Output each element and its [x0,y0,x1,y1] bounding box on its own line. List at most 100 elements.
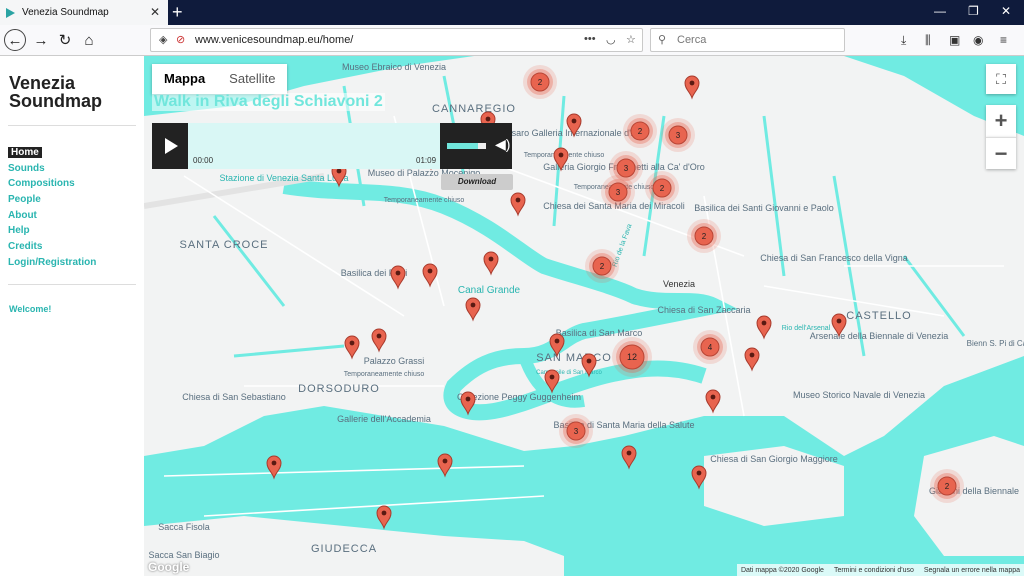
nav-bar: ← → ↻ ⌂ ◈ ⊘ www.venicesoundmap.eu/home/ … [0,25,1024,56]
fullscreen-icon[interactable]: ⛶ [986,64,1016,94]
cluster-count: 4 [708,343,713,352]
shield-icon[interactable]: ◈ [159,33,167,46]
place-label: Sacca Fisola [158,522,210,532]
volume-control[interactable]: ◀) [440,123,512,169]
place-label: Stazione di Venezia Santa Lucia [219,173,348,183]
marker-cluster[interactable]: 2 [623,114,657,148]
account-icon[interactable]: ◉ [973,33,983,47]
divider [8,125,136,126]
menu-item-people[interactable]: People [8,193,96,209]
download-button[interactable]: Download [441,174,513,190]
place-label: Temporaneamente chiuso [344,371,425,378]
marker-cluster[interactable]: 2 [930,469,964,503]
place-label: Chiesa di San Sebastiano [182,392,286,402]
reload-icon[interactable]: ↻ [54,29,76,51]
speaker-icon[interactable]: ◀) [495,136,510,153]
search-input[interactable]: ⚲ Cerca [650,28,845,52]
place-label: Gallerie dell'Accademia [337,414,431,424]
menu-item-credits[interactable]: Credits [8,240,96,256]
cluster-count: 3 [624,164,629,173]
site-favicon-icon [6,7,15,18]
attribution-data: Dati mappa ©2020 Google [740,566,824,574]
bookmark-star-icon[interactable]: ☆ [626,33,636,46]
close-tab-icon[interactable]: ✕ [150,5,160,19]
marker-cluster[interactable]: 3 [601,175,635,209]
welcome-text: Welcome! [9,304,52,314]
marker-cluster[interactable]: 2 [645,171,679,205]
search-icon: ⚲ [658,34,667,46]
marker-cluster[interactable]: 3 [661,118,695,152]
forward-icon[interactable]: → [30,29,52,51]
audio-player: 00:00 01:09 ◀) [152,123,512,169]
zoom-in-button[interactable]: + [986,105,1016,137]
window-close-icon[interactable]: ✕ [1001,4,1011,18]
walk-title: Walk in Riva degli Schiavoni 2 [152,93,385,111]
back-icon[interactable]: ← [4,29,26,51]
sidebar-toggle-icon[interactable]: ▣ [949,33,960,47]
place-label: DORSODURO [298,383,380,395]
duration: 01:09 [416,156,437,165]
place-label: Venezia [663,279,695,289]
place-label: Chiesa di San Zaccaria [657,305,750,315]
page-actions-icon[interactable]: ••• [584,33,596,45]
place-label: Basilica dei Santi Giovanni e Paolo [694,203,834,213]
place-label: Bienn S. Pi di Castell [967,339,1024,348]
cluster-count: 3 [676,131,681,140]
terms-link[interactable]: Termini e condizioni d'uso [834,567,914,574]
browser-tab[interactable]: Venezia Soundmap ✕ [0,0,168,25]
site-sidebar: Venezia Soundmap Home Sounds Composition… [0,56,144,576]
place-label: Temporaneamente chiuso [384,197,465,204]
place-label: Collezione Peggy Guggenheim [457,392,581,402]
cluster-count: 3 [616,188,621,197]
tab-mappa[interactable]: Mappa [152,64,217,94]
downloads-icon[interactable]: ⤓ [901,33,906,48]
google-logo: Google [148,560,190,574]
menu-item-compositions[interactable]: Compositions [8,177,96,193]
minimize-icon[interactable]: — [934,4,946,18]
place-label: Museo Ebraico di Venezia [342,62,446,72]
menu-item-home[interactable]: Home [8,146,96,162]
hamburger-menu-icon[interactable]: ≡ [1000,33,1007,47]
volume-track [478,143,486,149]
cluster-count: 2 [660,184,665,193]
home-icon[interactable]: ⌂ [78,29,100,51]
menu-item-about[interactable]: About [8,209,96,225]
place-label: SAN MARCO [536,352,612,364]
menu-item-sounds[interactable]: Sounds [8,162,96,178]
marker-cluster[interactable]: 2 [687,219,721,253]
marker-cluster[interactable]: 4 [693,330,727,364]
place-label: Sacca San Biagio [148,550,219,560]
tab-satellite[interactable]: Satellite [217,64,287,94]
new-tab-icon[interactable]: + [172,2,183,22]
marker-cluster[interactable]: 12 [612,337,652,377]
zoom-out-button[interactable]: − [986,137,1016,169]
map-attribution: Dati mappa ©2020 Google Termini e condiz… [736,564,1024,576]
place-label: Rio dell'Arsenal [782,325,831,332]
menu-item-login[interactable]: Login/Registration [8,256,96,272]
place-label: Basilica di San Marco [556,328,643,338]
restore-icon[interactable]: ❐ [968,4,979,18]
place-label: Arsenale della Biennale di Venezia [810,331,949,341]
url-text: www.venicesoundmap.eu/home/ [195,34,354,46]
cluster-count: 2 [600,262,605,271]
place-label: GIUDECCA [311,543,377,555]
play-icon[interactable] [152,123,188,169]
marker-cluster[interactable]: 2 [585,249,619,283]
insecure-lock-icon[interactable]: ⊘ [176,33,185,46]
cluster-count: 12 [627,352,637,362]
library-icon[interactable]: ⫼ [925,33,931,48]
sound-map[interactable]: Museo Ebraico di Venezia CANNAREGIO Pesa… [144,56,1024,576]
pocket-icon[interactable]: ◡ [606,33,616,46]
url-bar[interactable]: ◈ ⊘ www.venicesoundmap.eu/home/ ••• ◡ ☆ [150,28,643,52]
marker-cluster[interactable]: 3 [559,414,593,448]
place-label: Museo Storico Navale di Venezia [793,390,925,400]
tab-strip: Venezia Soundmap ✕ + — ❐ ✕ [0,0,1024,25]
marker-cluster[interactable]: 2 [523,65,557,99]
place-label: CANNAREGIO [432,103,516,115]
cluster-count: 2 [945,482,950,491]
cluster-count: 2 [638,127,643,136]
report-error-link[interactable]: Segnala un errore nella mappa [924,567,1020,574]
menu-item-help[interactable]: Help [8,224,96,240]
site-brand[interactable]: Venezia Soundmap [9,74,129,110]
current-time: 00:00 [193,156,214,165]
